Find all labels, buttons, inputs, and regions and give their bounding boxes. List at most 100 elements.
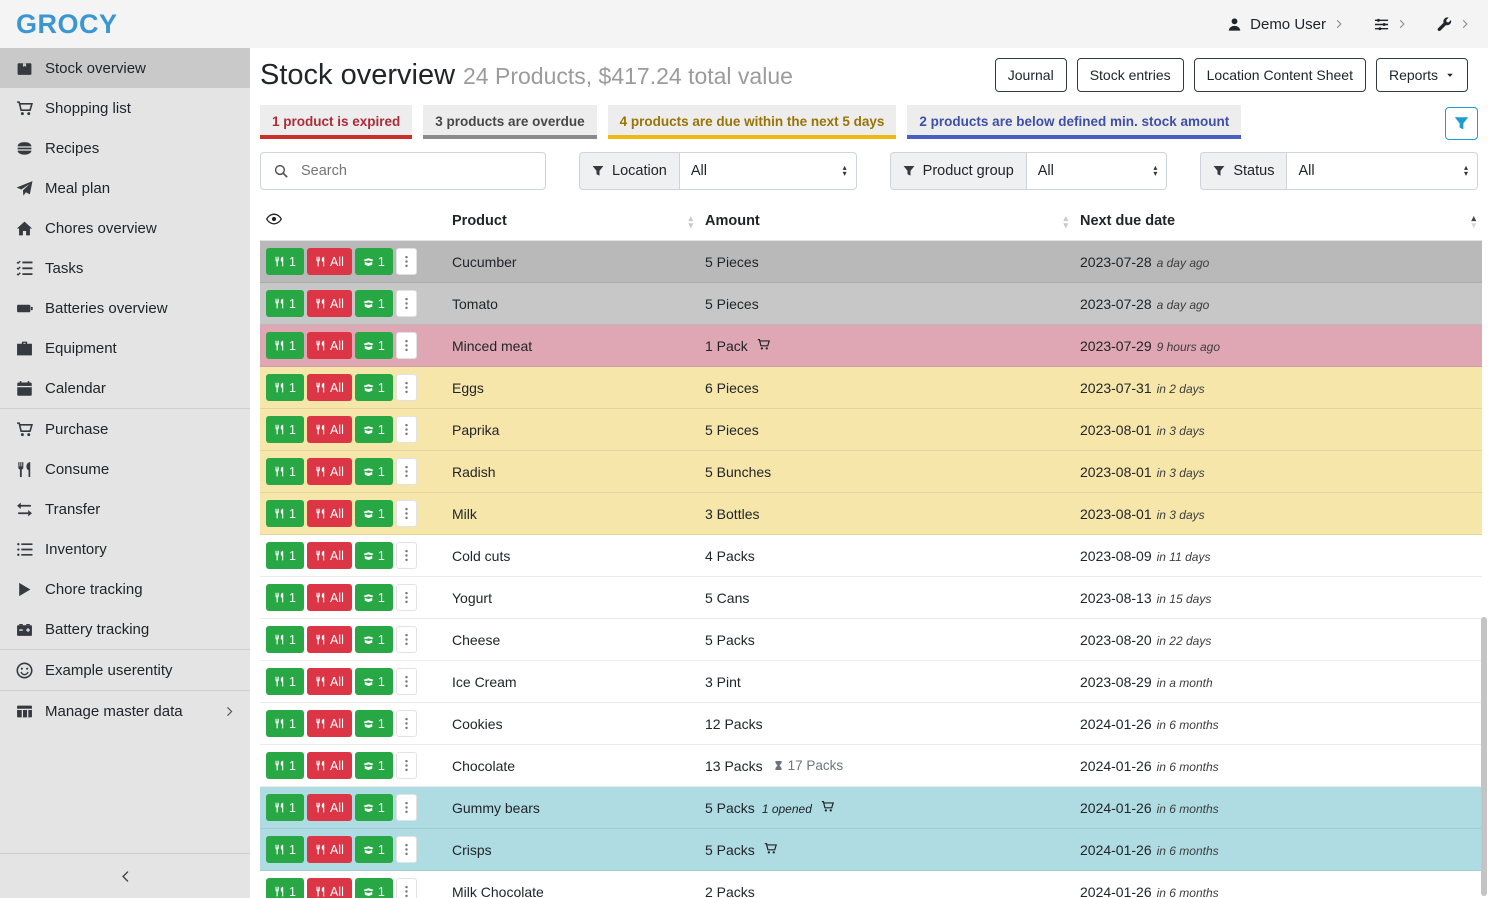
sidebar-item-battery-tracking[interactable]: Battery tracking [0, 609, 250, 649]
consume-all-button[interactable]: All [307, 752, 352, 779]
open-one-button[interactable]: 1 [355, 374, 393, 401]
consume-all-button[interactable]: All [307, 710, 352, 737]
scrollbar[interactable] [1481, 617, 1487, 896]
sidebar-item-equipment[interactable]: Equipment [0, 328, 250, 368]
product-group-select[interactable]: All▴▾ [1026, 152, 1168, 190]
sidebar-item-manage-master-data[interactable]: Manage master data [0, 691, 250, 731]
consume-all-button[interactable]: All [307, 458, 352, 485]
sidebar-item-calendar[interactable]: Calendar [0, 368, 250, 408]
row-menu-button[interactable] [396, 500, 417, 527]
row-menu-button[interactable] [396, 290, 417, 317]
open-one-button[interactable]: 1 [355, 710, 393, 737]
row-menu-button[interactable] [396, 542, 417, 569]
consume-all-button[interactable]: All [307, 878, 352, 898]
sidebar-item-batteries-overview[interactable]: Batteries overview [0, 288, 250, 328]
search-input[interactable] [301, 153, 545, 189]
consume-all-button[interactable]: All [307, 290, 352, 317]
consume-one-button[interactable]: 1 [266, 626, 304, 653]
sidebar-collapse-button[interactable] [0, 853, 250, 898]
consume-all-button[interactable]: All [307, 794, 352, 821]
row-menu-button[interactable] [396, 668, 417, 695]
consume-all-button[interactable]: All [307, 500, 352, 527]
consume-all-button[interactable]: All [307, 584, 352, 611]
open-one-button[interactable]: 1 [355, 584, 393, 611]
status-banner-below-min[interactable]: 2 products are below defined min. stock … [907, 105, 1241, 139]
open-one-button[interactable]: 1 [355, 290, 393, 317]
location-select[interactable]: All▴▾ [679, 152, 857, 190]
row-menu-button[interactable] [396, 458, 417, 485]
display-settings-menu[interactable] [1374, 17, 1407, 32]
consume-one-button[interactable]: 1 [266, 794, 304, 821]
consume-one-button[interactable]: 1 [266, 542, 304, 569]
sidebar-item-example-userentity[interactable]: Example userentity [0, 650, 250, 690]
open-one-button[interactable]: 1 [355, 542, 393, 569]
row-menu-button[interactable] [396, 752, 417, 779]
consume-one-button[interactable]: 1 [266, 752, 304, 779]
column-header-amount[interactable]: Amount▴▾ [699, 202, 1074, 241]
open-one-button[interactable]: 1 [355, 458, 393, 485]
consume-one-button[interactable]: 1 [266, 332, 304, 359]
row-menu-button[interactable] [396, 836, 417, 863]
stock-entries-button[interactable]: Stock entries [1077, 58, 1184, 92]
open-one-button[interactable]: 1 [355, 416, 393, 443]
consume-all-button[interactable]: All [307, 668, 352, 695]
status-banner-overdue[interactable]: 3 products are overdue [423, 105, 596, 139]
journal-button[interactable]: Journal [995, 58, 1067, 92]
sidebar-item-meal-plan[interactable]: Meal plan [0, 168, 250, 208]
location-content-sheet-button[interactable]: Location Content Sheet [1194, 58, 1366, 92]
consume-one-button[interactable]: 1 [266, 458, 304, 485]
sidebar-item-consume[interactable]: Consume [0, 449, 250, 489]
row-menu-button[interactable] [396, 878, 417, 898]
row-menu-button[interactable] [396, 374, 417, 401]
row-menu-button[interactable] [396, 794, 417, 821]
grocy-logo[interactable]: GROCY [16, 9, 118, 40]
open-one-button[interactable]: 1 [355, 500, 393, 527]
column-header-product[interactable]: Product▴▾ [446, 202, 699, 241]
row-menu-button[interactable] [396, 626, 417, 653]
consume-one-button[interactable]: 1 [266, 836, 304, 863]
row-menu-button[interactable] [396, 416, 417, 443]
row-menu-button[interactable] [396, 584, 417, 611]
open-one-button[interactable]: 1 [355, 248, 393, 275]
row-menu-button[interactable] [396, 710, 417, 737]
consume-all-button[interactable]: All [307, 626, 352, 653]
consume-one-button[interactable]: 1 [266, 878, 304, 898]
consume-one-button[interactable]: 1 [266, 290, 304, 317]
status-select[interactable]: All▴▾ [1286, 152, 1478, 190]
consume-all-button[interactable]: All [307, 416, 352, 443]
consume-one-button[interactable]: 1 [266, 668, 304, 695]
sidebar-item-chores-overview[interactable]: Chores overview [0, 208, 250, 248]
consume-one-button[interactable]: 1 [266, 500, 304, 527]
sidebar-item-tasks[interactable]: Tasks [0, 248, 250, 288]
row-menu-button[interactable] [396, 248, 417, 275]
open-one-button[interactable]: 1 [355, 752, 393, 779]
consume-all-button[interactable]: All [307, 332, 352, 359]
sidebar-item-shopping-list[interactable]: Shopping list [0, 88, 250, 128]
sidebar-item-transfer[interactable]: Transfer [0, 489, 250, 529]
reports-button[interactable]: Reports [1376, 58, 1468, 92]
sidebar-item-recipes[interactable]: Recipes [0, 128, 250, 168]
consume-one-button[interactable]: 1 [266, 248, 304, 275]
open-one-button[interactable]: 1 [355, 668, 393, 695]
open-one-button[interactable]: 1 [355, 836, 393, 863]
column-header-due-date[interactable]: Next due date▴▾ [1074, 202, 1482, 241]
consume-one-button[interactable]: 1 [266, 374, 304, 401]
filter-toggle-button[interactable] [1445, 107, 1478, 140]
status-banner-expired[interactable]: 1 product is expired [260, 105, 412, 139]
row-menu-button[interactable] [396, 332, 417, 359]
sidebar-item-chore-tracking[interactable]: Chore tracking [0, 569, 250, 609]
user-menu[interactable]: Demo User [1227, 16, 1344, 33]
eye-icon[interactable] [266, 211, 282, 227]
open-one-button[interactable]: 1 [355, 332, 393, 359]
consume-all-button[interactable]: All [307, 542, 352, 569]
status-banner-due-soon[interactable]: 4 products are due within the next 5 day… [608, 105, 897, 139]
consume-all-button[interactable]: All [307, 248, 352, 275]
consume-all-button[interactable]: All [307, 374, 352, 401]
consume-all-button[interactable]: All [307, 836, 352, 863]
sidebar-item-stock-overview[interactable]: Stock overview [0, 48, 250, 88]
open-one-button[interactable]: 1 [355, 626, 393, 653]
consume-one-button[interactable]: 1 [266, 710, 304, 737]
consume-one-button[interactable]: 1 [266, 416, 304, 443]
open-one-button[interactable]: 1 [355, 794, 393, 821]
open-one-button[interactable]: 1 [355, 878, 393, 898]
